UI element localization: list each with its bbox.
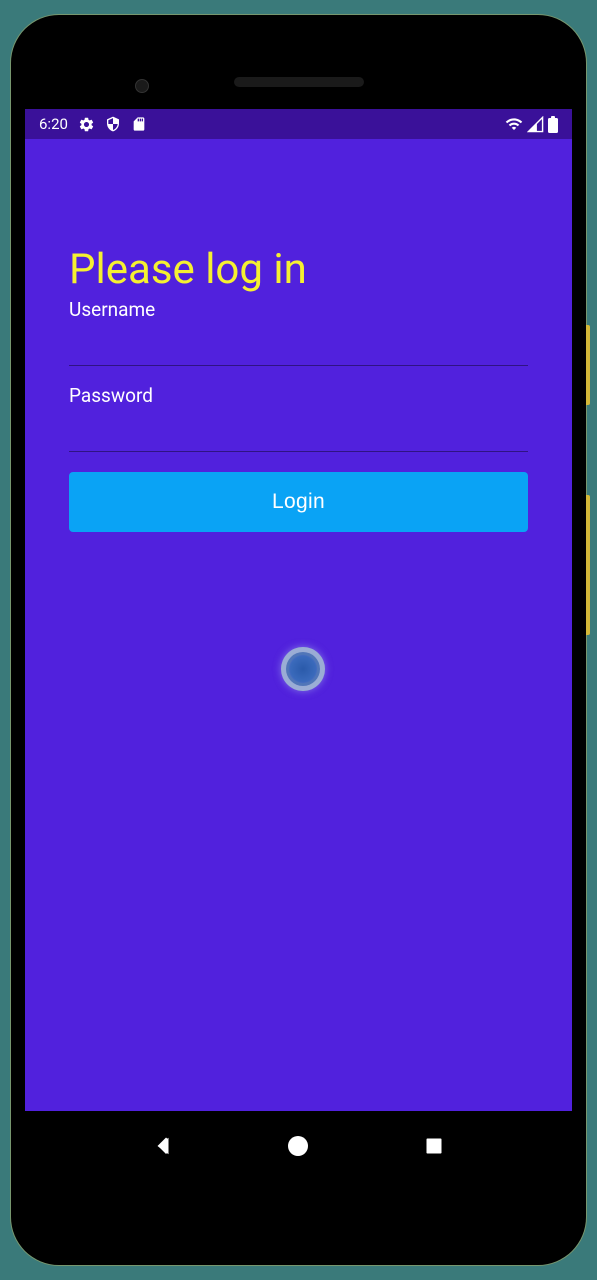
navigation-bar (25, 1111, 572, 1181)
phone-speaker (234, 77, 364, 87)
back-button[interactable] (143, 1126, 183, 1166)
phone-chin (25, 1181, 572, 1251)
phone-speaker-area (25, 29, 572, 109)
cell-signal-icon (527, 116, 544, 133)
status-time: 6:20 (39, 115, 68, 133)
username-input[interactable] (69, 325, 528, 366)
touch-indicator-icon (281, 647, 325, 691)
status-bar: 6:20 (25, 109, 572, 139)
content-area: Please log in Username Password Login (25, 139, 572, 1111)
sd-card-icon (131, 116, 147, 132)
shield-icon (105, 116, 121, 132)
page-title: Please log in (69, 245, 528, 294)
login-button[interactable]: Login (69, 472, 528, 532)
username-label: Username (69, 298, 528, 321)
status-bar-right (505, 115, 558, 133)
recent-apps-button[interactable] (414, 1126, 454, 1166)
password-label: Password (69, 384, 528, 407)
phone-volume-button (586, 495, 590, 635)
username-field-group: Username (69, 298, 528, 366)
phone-frame: 6:20 (11, 15, 586, 1265)
status-bar-left: 6:20 (39, 115, 147, 133)
phone-inner: 6:20 (25, 29, 572, 1251)
password-field-group: Password (69, 384, 528, 452)
home-button[interactable] (278, 1126, 318, 1166)
screen: 6:20 (25, 109, 572, 1181)
phone-camera (135, 79, 149, 93)
wifi-icon (505, 115, 523, 133)
battery-icon (548, 116, 558, 133)
phone-power-button (586, 325, 590, 405)
password-input[interactable] (69, 411, 528, 452)
gear-icon (78, 116, 95, 133)
